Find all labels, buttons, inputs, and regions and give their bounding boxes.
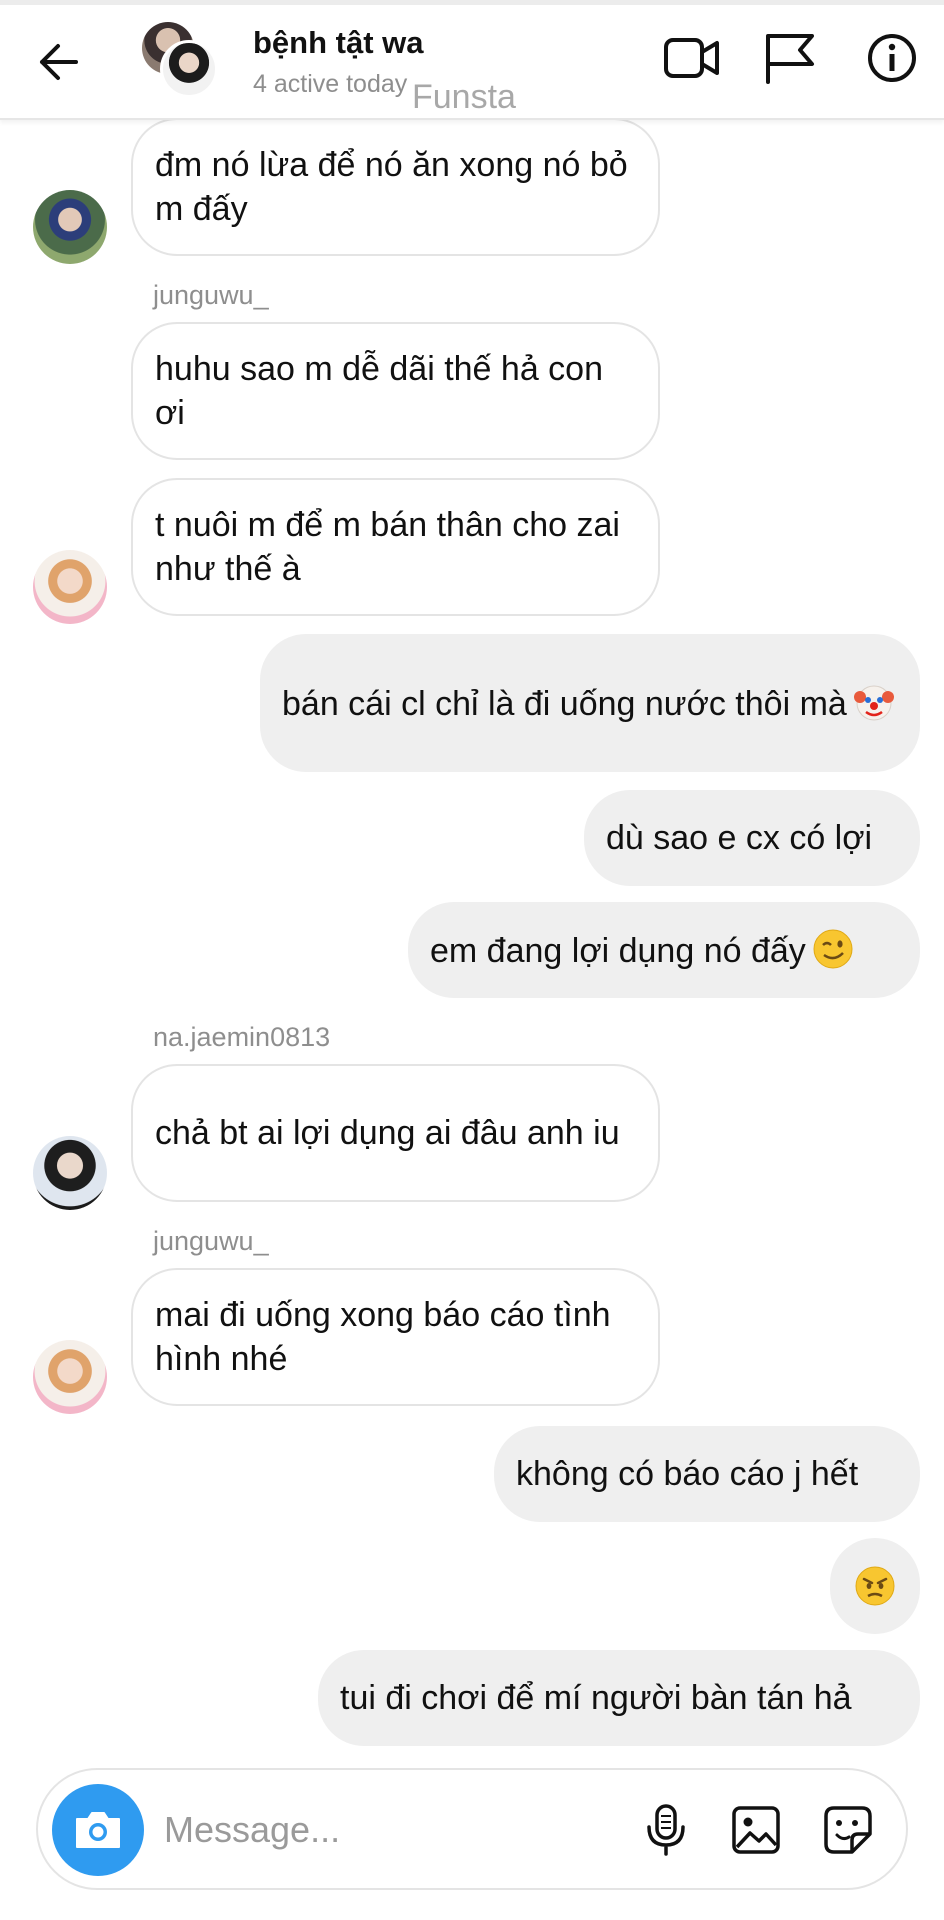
- message-input[interactable]: [164, 1800, 494, 1860]
- sender-name: junguwu_: [153, 1226, 269, 1256]
- voice-message-button[interactable]: [636, 1800, 696, 1860]
- message-text: mai đi uống xong báo cáo tình hình nhé: [155, 1296, 611, 1378]
- message-text: dù sao e cx có lợi: [606, 819, 873, 857]
- message-bubble[interactable]: dù sao e cx có lợi: [584, 790, 920, 886]
- sender-avatar[interactable]: [33, 1136, 107, 1210]
- sticker-button[interactable]: [818, 1800, 878, 1860]
- watermark: Funsta: [412, 78, 516, 116]
- chat-title[interactable]: bệnh tật wa: [253, 25, 424, 61]
- sender-avatar[interactable]: [33, 190, 107, 264]
- arrow-left-icon: [40, 44, 78, 80]
- message-text: t nuôi m để m bán thân cho zai như thế à: [155, 506, 620, 588]
- message-bubble[interactable]: đm nó lừa để nó ăn xong nó bỏ m đấy: [131, 118, 660, 256]
- sender-name: na.jaemin0813: [153, 1022, 331, 1052]
- message-text: huhu sao m dễ dãi thế hả con ơi: [155, 350, 603, 432]
- gallery-button[interactable]: [726, 1800, 786, 1860]
- info-button[interactable]: [860, 26, 924, 90]
- info-icon: [868, 34, 916, 82]
- sender-avatar[interactable]: [33, 1340, 107, 1414]
- sender-avatar[interactable]: [33, 550, 107, 624]
- message-bubble[interactable]: mai đi uống xong báo cáo tình hình nhé: [131, 1268, 660, 1406]
- message-bubble[interactable]: tui đi chơi để mí người bàn tán hả: [318, 1650, 920, 1746]
- video-call-button[interactable]: [660, 26, 724, 90]
- message-bubble[interactable]: t nuôi m để m bán thân cho zai như thế à: [131, 478, 660, 616]
- video-call-icon: [664, 38, 719, 78]
- back-button[interactable]: [30, 34, 86, 90]
- message-text: tui đi chơi để mí người bàn tán hả: [340, 1679, 852, 1717]
- member-avatar: [160, 40, 218, 98]
- group-avatar[interactable]: [142, 22, 218, 98]
- message-bubble[interactable]: em đang lợi dụng nó đấy: [408, 902, 920, 998]
- camera-icon: [76, 1812, 120, 1848]
- angry-face-emoji: [854, 1565, 896, 1607]
- message-text: không có báo cáo j hết: [516, 1455, 859, 1493]
- message-bubble[interactable]: bán cái cl chỉ là đi uống nước thôi mà: [260, 634, 920, 772]
- report-button[interactable]: [758, 26, 822, 90]
- message-composer: [36, 1768, 908, 1890]
- microphone-icon: [647, 1804, 685, 1856]
- message-bubble[interactable]: huhu sao m dễ dãi thế hả con ơi: [131, 322, 660, 460]
- message-text: bán cái cl chỉ là đi uống nước thôi mà: [282, 681, 895, 726]
- status-bar-edge: [0, 0, 944, 5]
- gallery-icon: [732, 1806, 780, 1854]
- message-text: em đang lợi dụng nó đấy: [430, 928, 854, 973]
- active-status: 4 active today: [253, 70, 408, 98]
- clown-face-emoji: [853, 681, 895, 723]
- sender-name: junguwu_: [153, 280, 269, 310]
- flag-icon: [766, 34, 814, 84]
- message-text: chả bt ai lợi dụng ai đâu anh iu: [155, 1114, 620, 1152]
- message-text: đm nó lừa để nó ăn xong nó bỏ m đấy: [155, 146, 628, 228]
- winking-face-emoji: [812, 928, 854, 970]
- camera-button[interactable]: [52, 1784, 144, 1876]
- message-bubble[interactable]: chả bt ai lợi dụng ai đâu anh iu: [131, 1064, 660, 1202]
- message-bubble[interactable]: không có báo cáo j hết: [494, 1426, 920, 1522]
- sticker-icon: [824, 1806, 872, 1854]
- message-bubble[interactable]: [830, 1538, 920, 1634]
